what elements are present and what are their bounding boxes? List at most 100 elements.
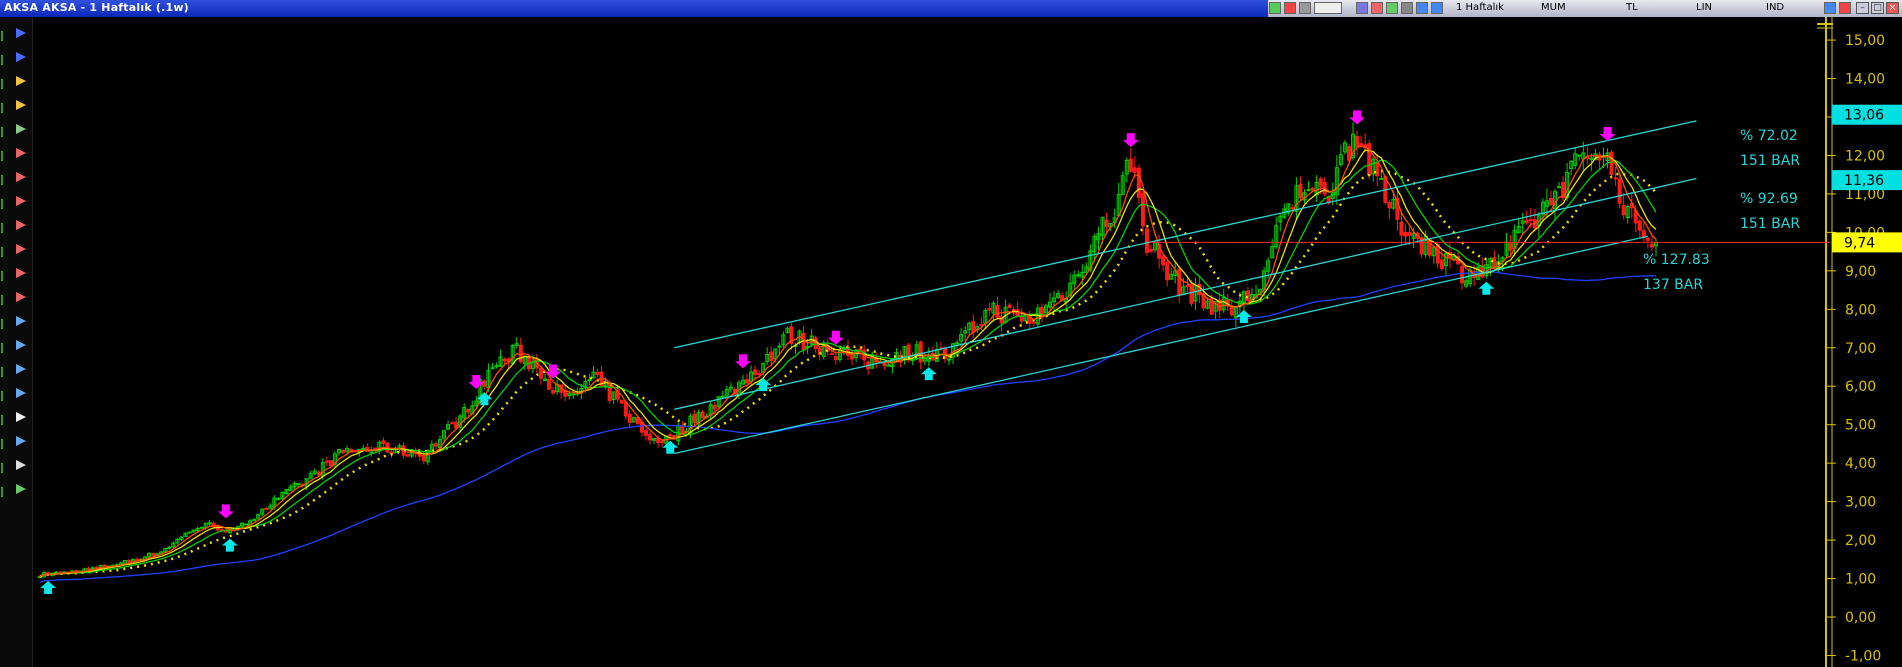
price-tag: 13,06 bbox=[1832, 104, 1902, 125]
arrow-right-icon[interactable] bbox=[13, 49, 29, 65]
arrow-icon[interactable] bbox=[13, 337, 29, 353]
svg-text:9,74: 9,74 bbox=[1844, 235, 1875, 251]
y-tick-label: 4,00 bbox=[1845, 456, 1876, 472]
svg-text:13,06: 13,06 bbox=[1844, 108, 1884, 124]
tool-marker-icon bbox=[0, 483, 8, 497]
link-icon[interactable] bbox=[1824, 2, 1836, 14]
arrow-left-icon[interactable] bbox=[13, 25, 29, 41]
arrow-icon[interactable] bbox=[13, 145, 29, 161]
tool-marker-icon bbox=[0, 291, 8, 305]
tool-marker-icon bbox=[0, 147, 8, 161]
y-tick-label: 15,00 bbox=[1845, 33, 1885, 49]
chart-icon[interactable] bbox=[1356, 2, 1368, 14]
chart-toolbar: 1 Haftalık MUM TL LIN IND – □ × bbox=[1268, 0, 1902, 17]
close-button[interactable]: × bbox=[1886, 2, 1899, 14]
tools-icon[interactable] bbox=[1839, 2, 1851, 14]
channel-percent-label: % 72.02 bbox=[1740, 128, 1798, 144]
tool-marker-icon bbox=[0, 315, 8, 329]
candle bbox=[619, 399, 624, 404]
tool-marker-icon bbox=[0, 363, 8, 377]
pen-icon[interactable] bbox=[1386, 2, 1398, 14]
tool-marker-icon bbox=[0, 459, 8, 473]
candle bbox=[199, 526, 204, 529]
drawing-toolbar bbox=[0, 17, 33, 667]
y-tick-label: -1,00 bbox=[1845, 648, 1881, 664]
price-tag: 9,74 bbox=[1832, 232, 1902, 253]
candle bbox=[1136, 164, 1141, 204]
period-selector[interactable]: 1 Haftalık bbox=[1456, 2, 1504, 13]
y-tick-label: 7,00 bbox=[1845, 341, 1876, 357]
tool-marker-icon bbox=[0, 75, 8, 89]
indicator-selector[interactable]: IND bbox=[1766, 2, 1784, 13]
price-tag: 11,36 bbox=[1832, 170, 1902, 191]
currency-selector[interactable]: TL bbox=[1626, 2, 1638, 13]
tool-marker-icon bbox=[0, 267, 8, 281]
channel-percent-label: % 92.69 bbox=[1740, 191, 1798, 207]
tool-marker-icon bbox=[0, 339, 8, 353]
tool-marker-icon bbox=[0, 411, 8, 425]
tool-marker-icon bbox=[0, 99, 8, 113]
candle bbox=[1144, 225, 1149, 257]
zoom-icon[interactable] bbox=[1416, 2, 1428, 14]
candle bbox=[256, 513, 261, 520]
indicator-icon[interactable] bbox=[1431, 2, 1443, 14]
y-tick-label: 9,00 bbox=[1845, 264, 1876, 280]
arrow-icon[interactable] bbox=[13, 193, 29, 209]
y-tick-label: 5,00 bbox=[1845, 418, 1876, 434]
tool-marker-icon bbox=[0, 195, 8, 209]
pen-icon[interactable] bbox=[13, 121, 29, 137]
channel-bar-count-label: 137 BAR bbox=[1643, 277, 1703, 293]
candle bbox=[183, 532, 188, 538]
y-tick-label: 1,00 bbox=[1845, 572, 1876, 588]
candle bbox=[1617, 173, 1622, 209]
arrow-icon[interactable] bbox=[13, 217, 29, 233]
tool-marker-icon bbox=[0, 435, 8, 449]
candle bbox=[244, 523, 249, 526]
draw-icon[interactable] bbox=[1371, 2, 1383, 14]
candle bbox=[716, 395, 721, 409]
window-title: AKSA AKSA - 1 Haftalık (.1w) bbox=[4, 1, 189, 14]
tool-marker-icon bbox=[0, 51, 8, 65]
arrow-icon[interactable] bbox=[13, 385, 29, 401]
move-icon[interactable] bbox=[13, 433, 29, 449]
clipboard-icon[interactable] bbox=[13, 457, 29, 473]
print-icon[interactable] bbox=[13, 73, 29, 89]
window-icon[interactable] bbox=[1299, 2, 1311, 14]
layers-icon[interactable] bbox=[13, 97, 29, 113]
y-tick-label: 6,00 bbox=[1845, 379, 1876, 395]
svg-text:11,36: 11,36 bbox=[1844, 173, 1884, 189]
candle bbox=[1367, 140, 1372, 180]
arrow-icon[interactable] bbox=[13, 361, 29, 377]
candle bbox=[187, 531, 192, 534]
scale-selector[interactable]: LIN bbox=[1696, 2, 1712, 13]
candle bbox=[631, 416, 636, 423]
y-tick-label: 8,00 bbox=[1845, 302, 1876, 318]
channel-bar-count-label: 151 BAR bbox=[1740, 153, 1800, 169]
delete-icon[interactable] bbox=[1284, 2, 1296, 14]
grid-icon[interactable] bbox=[1269, 2, 1281, 14]
arrow-icon[interactable] bbox=[13, 313, 29, 329]
tool-marker-icon bbox=[0, 123, 8, 137]
magnifier-icon[interactable] bbox=[13, 409, 29, 425]
tool-marker-icon bbox=[0, 387, 8, 401]
candle bbox=[1609, 149, 1614, 179]
channel-bar-count-label: 151 BAR bbox=[1740, 216, 1800, 232]
chart-style-selector[interactable]: MUM bbox=[1541, 2, 1566, 13]
minimize-button[interactable]: – bbox=[1856, 2, 1869, 14]
channel-percent-label: % 127.83 bbox=[1643, 252, 1710, 268]
tool-marker-icon bbox=[0, 27, 8, 41]
arrow-icon[interactable] bbox=[13, 169, 29, 185]
arrow-icon[interactable] bbox=[13, 265, 29, 281]
arrow-icon[interactable] bbox=[13, 241, 29, 257]
maximize-button[interactable]: □ bbox=[1871, 2, 1884, 14]
candle bbox=[252, 518, 257, 522]
line-icon[interactable] bbox=[1401, 2, 1413, 14]
settings-icon[interactable] bbox=[1314, 2, 1342, 14]
y-tick-label: 12,00 bbox=[1845, 148, 1885, 164]
price-chart[interactable]: % 72.02 151 BAR % 92.69 151 BAR % 127.83 137 … bbox=[0, 0, 1902, 667]
window-titlebar: AKSA AKSA - 1 Haftalık (.1w) 1 Haftalık … bbox=[0, 0, 1902, 17]
y-tick-label: 14,00 bbox=[1845, 72, 1885, 88]
y-tick-label: 0,00 bbox=[1845, 610, 1876, 626]
pen-icon[interactable] bbox=[13, 481, 29, 497]
arrow-icon[interactable] bbox=[13, 289, 29, 305]
